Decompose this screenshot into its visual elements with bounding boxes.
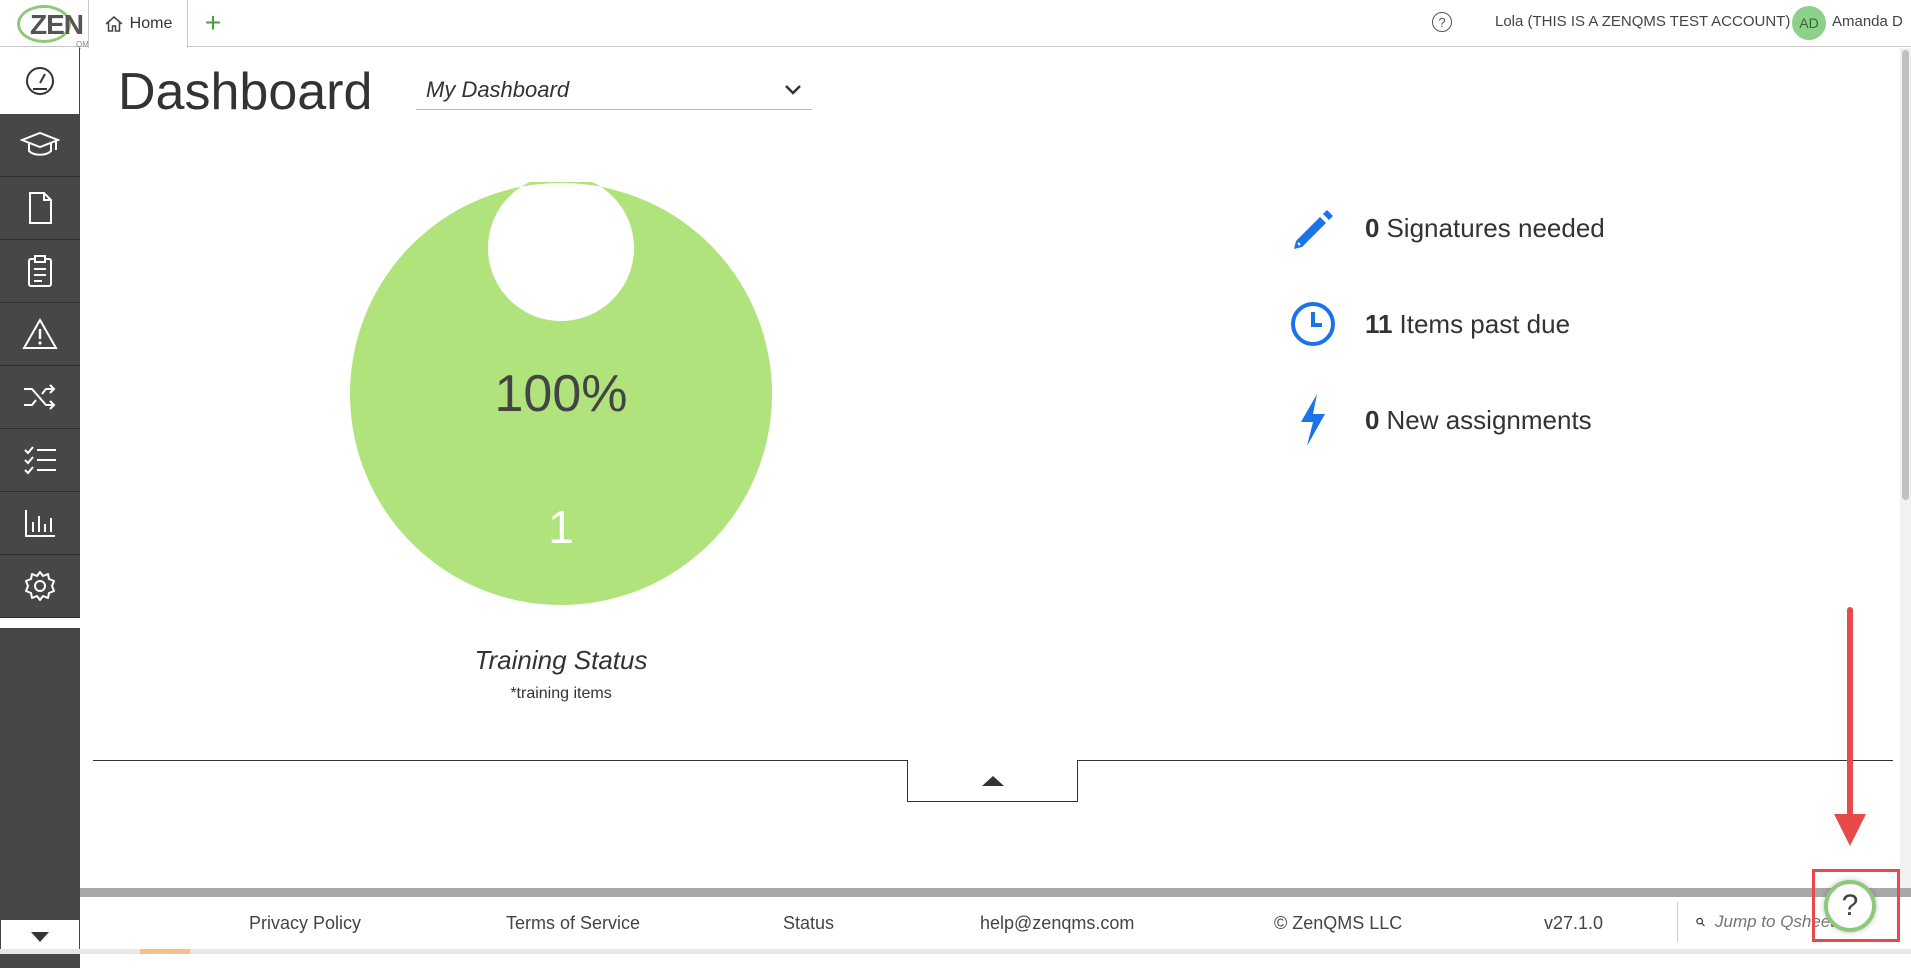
logo-ring: ZEN QMS xyxy=(17,4,94,49)
graduation-cap-icon xyxy=(20,131,60,156)
help-email-link[interactable]: help@zenqms.com xyxy=(980,913,1134,934)
bottom-strip-accent xyxy=(140,949,190,954)
avatar[interactable]: AD xyxy=(1792,6,1826,40)
chart-title: Training Status xyxy=(474,645,648,675)
footer-band xyxy=(80,888,1911,897)
sidebar-item-reports[interactable] xyxy=(0,492,80,555)
checklist-icon xyxy=(24,446,56,475)
sidebar-item-documents[interactable] xyxy=(0,177,80,240)
tab-home[interactable]: Home xyxy=(88,0,188,48)
tab-home-label: Home xyxy=(129,15,173,32)
page-scrollbar[interactable] xyxy=(1900,48,1911,888)
sidebar xyxy=(0,48,80,968)
sidebar-item-issues[interactable] xyxy=(0,303,80,366)
gear-icon xyxy=(25,571,55,601)
annotation-arrow xyxy=(1834,607,1866,846)
terms-of-service-link[interactable]: Terms of Service xyxy=(506,913,640,934)
training-status-chart[interactable]: 100% 1 xyxy=(349,175,773,606)
stat-signatures-needed[interactable]: 0 Signatures needed xyxy=(1285,200,1605,256)
scrollbar-thumb[interactable] xyxy=(1902,50,1909,500)
privacy-policy-link[interactable]: Privacy Policy xyxy=(249,913,361,934)
user-name[interactable]: Amanda D xyxy=(1832,13,1903,30)
stat-count: 0 xyxy=(1365,212,1380,243)
sidebar-item-settings[interactable] xyxy=(0,555,80,618)
stat-items-past-due[interactable]: 11 Items past due xyxy=(1285,296,1570,352)
version-text: v27.1.0 xyxy=(1544,913,1604,933)
status-link[interactable]: Status xyxy=(783,913,834,934)
footer: Privacy Policy Terms of Service Status h… xyxy=(80,897,1911,954)
stat-count: 0 xyxy=(1365,404,1380,435)
chevron-up-icon xyxy=(981,775,1004,786)
chevron-down-icon xyxy=(785,84,801,95)
bottom-strip xyxy=(0,949,1911,954)
help-icon[interactable]: ? xyxy=(1432,12,1452,32)
sidebar-item-change-control[interactable] xyxy=(0,366,80,429)
clipboard-checklist-icon xyxy=(28,255,52,287)
stat-label: Items past due xyxy=(1399,308,1571,339)
lightning-icon xyxy=(1285,392,1341,448)
search-icon xyxy=(1696,917,1705,927)
donut-slice-label: 1 xyxy=(548,501,574,553)
bar-chart-icon xyxy=(25,510,55,537)
clock-icon xyxy=(1285,296,1341,352)
sidebar-item-forms[interactable] xyxy=(0,240,80,303)
add-tab-button[interactable]: + xyxy=(198,6,228,40)
home-icon xyxy=(105,16,123,32)
collapse-panel-button[interactable] xyxy=(907,760,1078,802)
chart-subtitle: *training items xyxy=(510,685,612,702)
account-name[interactable]: Lola (THIS IS A ZENQMS TEST ACCOUNT) xyxy=(1495,13,1790,30)
stat-new-assignments[interactable]: 0 New assignments xyxy=(1285,392,1592,448)
shuffle-icon xyxy=(24,384,56,410)
sidebar-background xyxy=(0,628,80,968)
logo-text: ZEN xyxy=(30,8,84,40)
stat-label: New assignments xyxy=(1386,404,1592,435)
stat-label: Signatures needed xyxy=(1386,212,1605,243)
dashboard-select[interactable]: My Dashboard xyxy=(416,70,812,110)
dashboard-gauge-icon xyxy=(25,67,54,95)
copyright-text: © ZenQMS LLC xyxy=(1274,913,1403,933)
top-bar: ZEN QMS Home + ? Lola (THIS IS A ZENQMS … xyxy=(0,0,1911,49)
warning-triangle-icon xyxy=(22,317,58,349)
dashboard-select-value: My Dashboard xyxy=(426,76,570,102)
pencil-icon xyxy=(1285,200,1341,256)
page-title: Dashboard xyxy=(118,63,373,121)
document-icon xyxy=(29,192,52,224)
annotation-highlight-box xyxy=(1812,869,1900,942)
zenqms-logo[interactable]: ZEN QMS xyxy=(0,0,94,49)
sidebar-item-tasks[interactable] xyxy=(0,429,80,492)
chevron-down-icon xyxy=(31,931,49,942)
sidebar-item-training[interactable] xyxy=(0,114,80,177)
sidebar-item-dashboard[interactable] xyxy=(0,48,80,114)
stat-count: 11 xyxy=(1365,308,1393,339)
